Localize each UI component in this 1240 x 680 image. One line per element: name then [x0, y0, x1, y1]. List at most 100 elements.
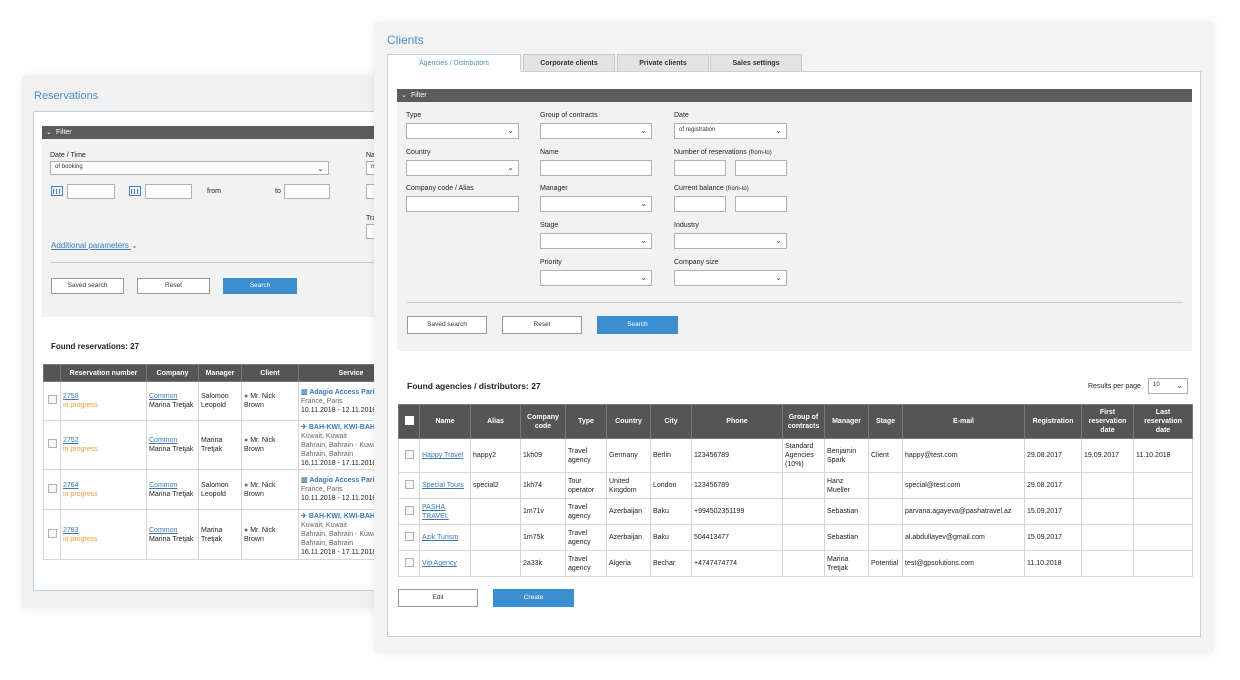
manager-select[interactable]: ⌄ [540, 196, 652, 212]
chevron-down-icon: ⌄ [317, 164, 324, 173]
user-icon: ● [244, 437, 249, 444]
company-link[interactable]: Common [149, 481, 196, 490]
cell-registration: 15.09.2017 [1024, 524, 1082, 551]
reservation-number-link[interactable]: 2783 [63, 526, 144, 535]
cell-registration: 11.10.2018 [1024, 550, 1082, 577]
tab-agencies-distributors[interactable]: Agencies / Distributors [387, 54, 521, 72]
cell-email: al.abdullayev@gmail.com [902, 524, 1025, 551]
service-title[interactable]: BAH-KWI, KWI-BAH [309, 424, 375, 431]
agency-name-link[interactable]: Azik Turism [422, 534, 458, 541]
date-to-input[interactable] [145, 184, 192, 199]
col-stage: Stage [868, 404, 903, 439]
num-reservations-from-input[interactable] [674, 160, 726, 176]
client-name: Mr. Nick Brown [244, 393, 276, 409]
saved-search-button[interactable]: Saved search [407, 316, 487, 334]
row-checkbox[interactable] [404, 479, 414, 489]
company-link[interactable]: Common [149, 436, 196, 445]
row-checkbox[interactable] [404, 505, 414, 515]
select-all-header [43, 364, 61, 382]
row-checkbox[interactable] [47, 528, 57, 538]
company-code-label: Company code / Alias [406, 185, 474, 192]
reservations-title: Reservations [34, 90, 99, 102]
select-all-checkbox[interactable] [404, 415, 414, 425]
table-row[interactable]: Vip Agency 2a33k Travel agency Algeria Becha… [398, 550, 1193, 577]
cell-alias: happy2 [470, 438, 521, 473]
chevron-down-icon: ⌄ [640, 273, 647, 282]
cell-manager: Hanz Mueller [824, 472, 869, 499]
chevron-down-icon: ⌄ [775, 273, 782, 282]
row-checkbox[interactable] [404, 449, 414, 459]
current-balance-from-input[interactable] [674, 196, 726, 212]
saved-search-button[interactable]: Saved search [51, 278, 124, 294]
reservation-number-link[interactable]: 2764 [63, 481, 144, 490]
status-badge: in progress [63, 535, 98, 543]
calendar-icon[interactable] [129, 186, 141, 196]
company-size-select[interactable]: ⌄ [674, 270, 787, 286]
cell-last [1133, 524, 1193, 551]
cell-email: parvana.agayeva@pashatravel.az [902, 498, 1025, 525]
table-row[interactable]: Happy Travel happy2 1kh09 Travel agency Germ… [398, 438, 1193, 473]
clients-filter-toggle[interactable]: ⌄ Filter [397, 89, 1192, 102]
status-badge: in progress [63, 490, 98, 498]
client-name: Mr. Nick Brown [244, 481, 276, 498]
row-checkbox[interactable] [47, 483, 57, 493]
tab-corporate-clients[interactable]: Corporate clients [523, 54, 615, 72]
row-checkbox[interactable] [47, 439, 57, 448]
time-to-input[interactable] [284, 184, 330, 199]
user-icon: ● [244, 393, 249, 400]
table-row[interactable]: 2783 in progress Common Marina Tretjak Marin… [43, 509, 404, 560]
group-of-contracts-select[interactable]: ⌄ [540, 123, 652, 139]
priority-select[interactable]: ⌄ [540, 270, 652, 286]
search-button[interactable]: Search [597, 316, 678, 334]
agency-name-link[interactable]: Vip Agency [422, 560, 457, 567]
reset-button[interactable]: Reset [502, 316, 582, 334]
table-row[interactable]: PASHA TRAVEL 1m71v Travel agency Azerbaijan… [398, 498, 1193, 525]
reservations-filter-toggle[interactable]: ⌄ Filter [42, 126, 402, 139]
cell-code: 2a33k [520, 550, 566, 577]
table-row[interactable]: Azik Turism 1m75k Travel agency Azerbaijan B… [398, 524, 1193, 551]
tab-sales-settings[interactable]: Sales settings [710, 54, 802, 72]
agency-name-link[interactable]: Happy Travel [422, 452, 463, 459]
edit-button[interactable]: Edit [398, 589, 478, 607]
select-all-header[interactable] [398, 404, 420, 439]
company-code-input[interactable] [406, 196, 519, 212]
date-from-input[interactable] [67, 184, 115, 199]
company-link[interactable]: Common [149, 392, 196, 401]
row-checkbox[interactable] [404, 531, 414, 541]
found-reservations: Found reservations: 27 [51, 342, 140, 351]
tab-private-clients[interactable]: Private clients [617, 54, 709, 72]
reservation-number-link[interactable]: 2752 [63, 436, 144, 445]
table-row[interactable]: 2764 in progress Common Marina Tretjak Salom… [43, 469, 404, 510]
country-select[interactable]: ⌄ [406, 160, 519, 176]
stage-select[interactable]: ⌄ [540, 233, 652, 249]
agency-name-link[interactable]: Special Tours [422, 482, 464, 489]
date-type-select[interactable]: of booking ⌄ [50, 161, 329, 175]
filter-label: Filter [56, 129, 72, 136]
additional-parameters-link[interactable]: Additional parameters ⌄ [51, 241, 138, 250]
company-link[interactable]: Common [149, 526, 196, 535]
current-balance-to-input[interactable] [735, 196, 787, 212]
row-checkbox[interactable] [47, 395, 57, 404]
service-title[interactable]: BAH-KWI, KWI-BAH [309, 513, 375, 520]
table-row[interactable]: 2758 in progress Common Marina Tretjak Salom… [43, 381, 404, 421]
col-first-reservation-date: First reservation date [1081, 404, 1134, 439]
reset-button[interactable]: Reset [137, 278, 210, 294]
table-row[interactable]: 2752 in progress Common Marina Tretjak Marin… [43, 420, 404, 470]
industry-select[interactable]: ⌄ [674, 233, 787, 249]
calendar-icon[interactable] [51, 186, 63, 196]
search-button[interactable]: Search [223, 278, 297, 294]
name-input[interactable] [540, 160, 652, 176]
cell-email: test@gpsolutions.com [902, 550, 1025, 577]
create-button[interactable]: Create [493, 589, 574, 607]
table-row[interactable]: Special Tours special2 1kh74 Tour operator U… [398, 472, 1193, 499]
manager-label: Manager [540, 185, 568, 192]
cell-phone: +4747474774 [691, 550, 783, 577]
reservation-number-link[interactable]: 2758 [63, 392, 144, 401]
type-select[interactable]: ⌄ [406, 123, 519, 139]
date-select[interactable]: of registration ⌄ [674, 123, 787, 139]
additional-parameters-label: Additional parameters [51, 241, 129, 250]
results-per-page-select[interactable]: 10 ⌄ [1148, 378, 1188, 394]
row-checkbox[interactable] [404, 557, 414, 567]
agency-name-link[interactable]: PASHA TRAVEL [422, 504, 449, 520]
num-reservations-to-input[interactable] [735, 160, 787, 176]
